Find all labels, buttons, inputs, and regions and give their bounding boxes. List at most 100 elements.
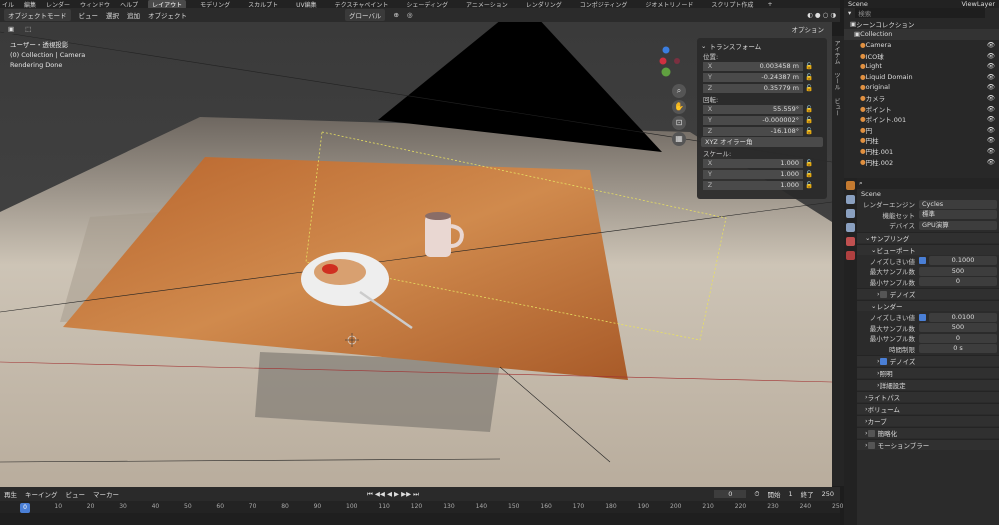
output-tab-icon[interactable]: [846, 209, 855, 218]
time-limit-field[interactable]: 0 s: [919, 344, 997, 354]
collapse-icon[interactable]: ⌄: [701, 42, 706, 50]
tab-layout[interactable]: レイアウト: [148, 0, 187, 8]
viewport-min-samples-field[interactable]: 0: [919, 277, 997, 287]
tab-item[interactable]: アイテム: [832, 36, 841, 68]
viewport-subpanel[interactable]: ⌄ ビューポート: [857, 243, 999, 255]
visibility-eye-icon[interactable]: 👁: [987, 136, 995, 144]
tool-tab-icon[interactable]: [846, 181, 855, 190]
render-tab-icon[interactable]: [846, 195, 855, 204]
noise-threshold-checkbox[interactable]: [919, 257, 926, 265]
tab-animation[interactable]: アニメーション: [462, 0, 512, 9]
visibility-eye-icon[interactable]: 👁: [987, 52, 995, 60]
outliner-item[interactable]: ● 円 👁: [844, 125, 999, 136]
location-y-field[interactable]: Y -0.24387 m 🔓: [701, 72, 823, 82]
menu-help[interactable]: ヘルプ: [120, 0, 138, 9]
render-engine-dropdown[interactable]: Cycles: [919, 199, 997, 209]
lighting-subpanel[interactable]: › 照明: [857, 367, 999, 378]
outliner-item[interactable]: ● 円柱 👁: [844, 135, 999, 146]
render-min-samples-field[interactable]: 0: [919, 333, 997, 343]
scale-y-field[interactable]: Y 1.000 🔓: [701, 169, 823, 179]
advanced-subpanel[interactable]: › 詳細設定: [857, 379, 999, 390]
tab-view[interactable]: ビュー: [832, 94, 841, 120]
menu-keying[interactable]: キーイング: [25, 489, 58, 499]
collection-row[interactable]: ▣ Collection: [844, 29, 999, 40]
curves-panel[interactable]: › カーブ: [857, 415, 999, 426]
visibility-eye-icon[interactable]: 👁: [987, 83, 995, 91]
outliner-item[interactable]: ● カメラ 👁: [844, 93, 999, 104]
visibility-eye-icon[interactable]: 👁: [987, 41, 995, 49]
location-x-field[interactable]: X 0.003458 m 🔓: [701, 61, 823, 71]
grid-view-icon[interactable]: ▦: [672, 132, 686, 146]
simplify-panel[interactable]: › 簡略化: [857, 427, 999, 438]
properties-search-icon[interactable]: ⌕: [859, 179, 863, 188]
proportional-edit-icon[interactable]: ◎: [407, 11, 413, 19]
viewport-noise-field[interactable]: 0.1000: [929, 256, 997, 266]
menu-playback[interactable]: 再生: [4, 489, 17, 499]
outliner-item[interactable]: ● ポイント 👁: [844, 103, 999, 114]
feature-set-dropdown[interactable]: 標準: [919, 210, 997, 220]
start-frame-field[interactable]: 1: [788, 490, 792, 498]
outliner-search[interactable]: 検索: [855, 8, 985, 19]
scale-z-field[interactable]: Z 1.000 🔓: [701, 180, 823, 190]
menu-marker[interactable]: マーカー: [93, 489, 119, 499]
viewport-denoise-subpanel[interactable]: › デノイズ: [857, 288, 999, 299]
menu-window[interactable]: ウィンドウ: [80, 0, 110, 9]
navigation-gizmo[interactable]: [655, 42, 685, 82]
tab-texture-paint[interactable]: テクスチャペイント: [331, 0, 393, 9]
pan-hand-icon[interactable]: ✋: [672, 100, 686, 114]
selection-mode-icon[interactable]: ⬚: [21, 24, 36, 34]
tab-geometry-nodes[interactable]: ジオメトリノード: [641, 0, 697, 9]
visibility-eye-icon[interactable]: 👁: [987, 94, 995, 102]
visibility-eye-icon[interactable]: 👁: [987, 158, 995, 166]
view-layer-selector[interactable]: ViewLayer: [961, 0, 995, 8]
visibility-eye-icon[interactable]: 👁: [987, 115, 995, 123]
tab-rendering[interactable]: レンダリング: [522, 0, 566, 9]
frame-ruler[interactable]: 0 10 20 30 40 50 60 70 80 90 100 110 120 130 140 150 160…: [0, 501, 843, 513]
filter-icon[interactable]: ▾: [848, 9, 851, 17]
zoom-icon[interactable]: ⌕: [672, 84, 686, 98]
outliner-item[interactable]: ● 円柱.001 👁: [844, 146, 999, 157]
scene-collection-row[interactable]: ▣ シーンコレクション: [844, 19, 999, 30]
playback-controls-icon[interactable]: ⏮ ◀◀ ◀ ▶ ▶▶ ⏭: [367, 490, 419, 499]
viewport-max-samples-field[interactable]: 500: [919, 266, 997, 276]
light-paths-panel[interactable]: › ライトパス: [857, 391, 999, 402]
outliner-item[interactable]: ● ICO球 👁: [844, 50, 999, 61]
tab-tool[interactable]: ツール: [832, 68, 841, 94]
tab-compositing[interactable]: コンポジティング: [576, 0, 632, 9]
shading-modes-icon[interactable]: ◐ ● ○ ◑: [807, 11, 836, 19]
tab-sculpt[interactable]: スカルプト: [244, 0, 282, 9]
visibility-eye-icon[interactable]: 👁: [987, 105, 995, 113]
sampling-panel[interactable]: ⌄ サンプリング: [857, 231, 999, 243]
tab-scripting[interactable]: スクリプト作成: [707, 0, 757, 9]
options-dropdown[interactable]: オプション: [787, 23, 828, 35]
outliner-item[interactable]: ● 円柱.002 👁: [844, 156, 999, 167]
outliner-item[interactable]: ● Liquid Domain 👁: [844, 72, 999, 83]
menu-timeline-view[interactable]: ビュー: [66, 489, 86, 499]
tab-modeling[interactable]: モデリング: [196, 0, 234, 9]
outliner-item[interactable]: ● Camera 👁: [844, 40, 999, 51]
menu-object[interactable]: オブジェクト: [148, 10, 187, 20]
render-subpanel[interactable]: ⌄ レンダー: [857, 300, 999, 311]
end-frame-field[interactable]: 250: [822, 490, 834, 498]
add-workspace-button[interactable]: +: [767, 1, 772, 8]
menu-edit[interactable]: 編集: [24, 0, 36, 9]
visibility-eye-icon[interactable]: 👁: [987, 73, 995, 81]
scene-selector[interactable]: Scene: [848, 0, 868, 8]
world-tab-icon[interactable]: [846, 251, 855, 260]
menu-render[interactable]: レンダー: [46, 0, 70, 9]
camera-view-icon[interactable]: ⊡: [672, 116, 686, 130]
rotation-mode-dropdown[interactable]: XYZ オイラー角: [701, 137, 823, 147]
clock-icon[interactable]: ⏱: [754, 490, 759, 499]
menu-view[interactable]: ビュー: [79, 10, 99, 20]
toggle-toolbar-icon[interactable]: ▣: [4, 24, 19, 34]
scene-tab-icon[interactable]: [846, 237, 855, 246]
tab-uv[interactable]: UV編集: [292, 0, 321, 9]
outliner-item[interactable]: ● original 👁: [844, 82, 999, 93]
scale-x-field[interactable]: X 1.000 🔓: [701, 158, 823, 168]
tab-shading[interactable]: シェーディング: [402, 0, 452, 9]
menu-select[interactable]: 選択: [106, 10, 119, 20]
volumes-panel[interactable]: › ボリューム: [857, 403, 999, 414]
view-layer-tab-icon[interactable]: [846, 223, 855, 232]
rotation-z-field[interactable]: Z -16.108° 🔓: [701, 126, 823, 136]
location-z-field[interactable]: Z 0.35779 m 🔓: [701, 83, 823, 93]
